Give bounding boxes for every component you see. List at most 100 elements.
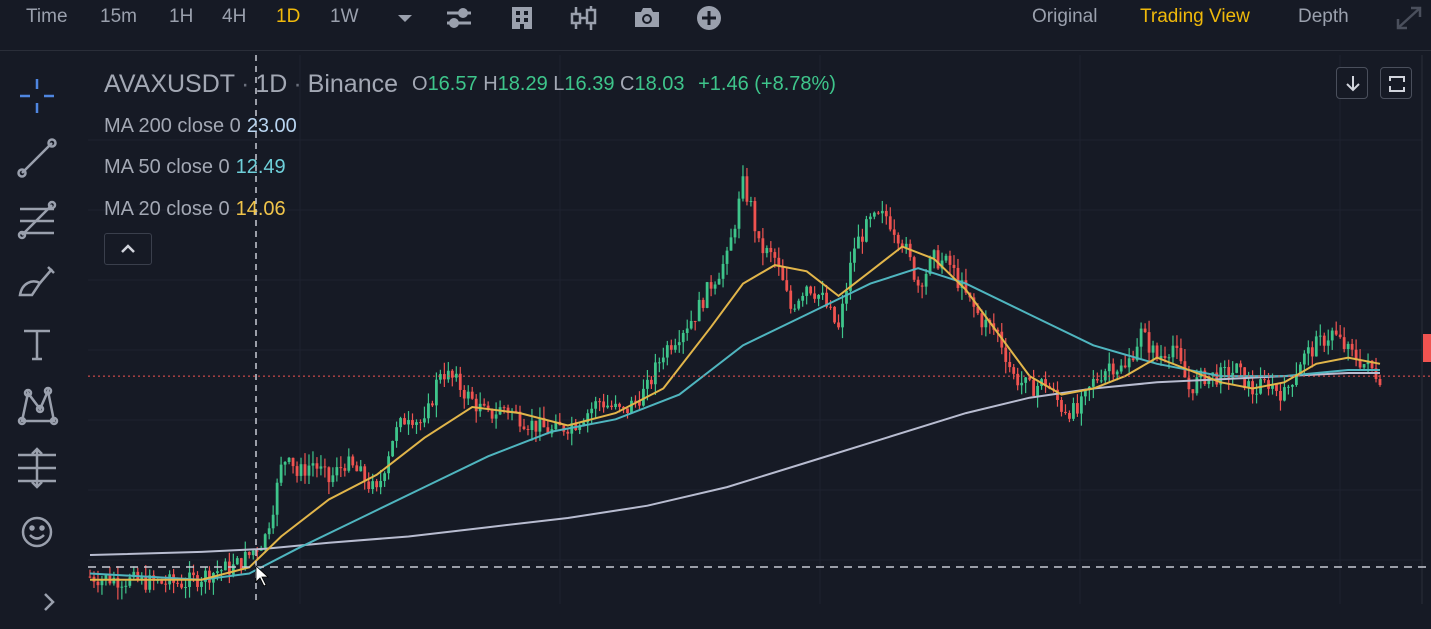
candle-body [442,374,446,380]
candle-body [462,389,466,399]
candle-body [1346,343,1350,349]
candle-body [837,322,840,328]
candle-body [1099,380,1103,382]
candle-body [785,280,789,291]
candle-body [1012,367,1016,374]
arrow-down-icon [1346,76,1360,92]
candle-body [1068,413,1071,419]
candle-body [1127,358,1131,368]
candle-body [653,362,657,385]
candle-body [1179,348,1183,362]
candle-body [319,466,323,469]
candle-body [1175,345,1179,349]
ma20-label: MA 20 close 0 [104,198,230,220]
candle-body [192,572,195,576]
low-value: 16.39 [564,73,615,95]
candle-body [880,210,884,214]
candle-body [180,583,183,588]
moving-averages-layer [89,245,1381,581]
candle-body [1032,379,1036,396]
candle-body [1263,379,1266,381]
candle-body [1350,343,1354,350]
last-price-marker [1423,334,1431,362]
candle-body [251,550,255,556]
reset-chart-button[interactable] [1380,67,1412,99]
candle-body [423,418,426,423]
collapse-legend-button[interactable] [104,233,152,265]
candle-body [1326,340,1330,346]
candle-body [279,464,283,483]
ma20-legend[interactable]: MA 20 close 0 14.06 [104,198,286,221]
candle-body [884,210,888,217]
candle-body [1139,328,1143,347]
candle-body [1378,378,1382,386]
open-value: 16.57 [427,73,478,95]
candle-body [868,216,872,220]
candle-body [1187,377,1191,390]
candle-body [367,481,371,490]
candle-body [263,534,267,548]
candle-body [1163,355,1167,359]
candle-body [864,219,868,242]
candle-body [327,467,331,483]
candle-body [618,403,621,407]
candle-body [1115,371,1119,375]
candle-body [454,373,458,378]
candle-body [1171,345,1175,358]
candle-body [415,422,418,425]
candle-body [793,308,797,310]
candle-body [407,420,410,425]
open-label: O [412,73,428,95]
candle-body [761,238,765,254]
ma200-legend[interactable]: MA 200 close 0 23.00 [104,115,297,138]
candle-body [1020,382,1024,386]
candle-body [916,279,920,286]
candle-body [216,571,219,574]
candle-body [446,370,450,380]
candle-body [431,403,434,406]
refresh-frame-icon [1389,76,1405,92]
candle-body [395,427,398,441]
candle-body [661,357,665,363]
candle-body [669,345,673,350]
candle-body [888,216,892,230]
candle-body [1283,387,1286,401]
candle-body [355,465,359,472]
candle-body [606,405,609,408]
candle-body [538,417,542,432]
candle-body [1111,363,1115,375]
candle-body [128,577,132,586]
candle-body [283,461,287,465]
candle-body [657,362,661,364]
candle-body [339,467,343,469]
candle-body [482,403,486,406]
candle-body [845,290,848,304]
candle-body [375,481,379,488]
candle-body [741,176,745,199]
candle-body [223,561,227,571]
candle-body [347,456,351,471]
candle-body [610,405,613,408]
candle-body [1191,389,1195,394]
high-label: H [483,73,498,95]
chevron-up-icon [121,244,135,253]
ma50-line [89,267,1380,581]
scroll-to-latest-button[interactable] [1336,67,1368,99]
candle-body [1079,396,1083,414]
candle-body [896,234,900,244]
candle-body [614,403,617,408]
candle-body [184,586,187,588]
candle-body [1064,411,1067,414]
candle-body [749,201,753,203]
ma50-legend[interactable]: MA 50 close 0 12.49 [104,156,286,179]
candle-body [693,320,697,322]
candle-body [1024,377,1028,383]
candle-body [419,422,422,424]
candle-body [753,201,757,232]
candle-body [1119,365,1123,372]
candle-body [737,198,741,229]
candle-body [876,212,880,214]
candle-body [267,528,271,535]
candle-body [1076,403,1079,414]
candle-body [626,408,629,414]
